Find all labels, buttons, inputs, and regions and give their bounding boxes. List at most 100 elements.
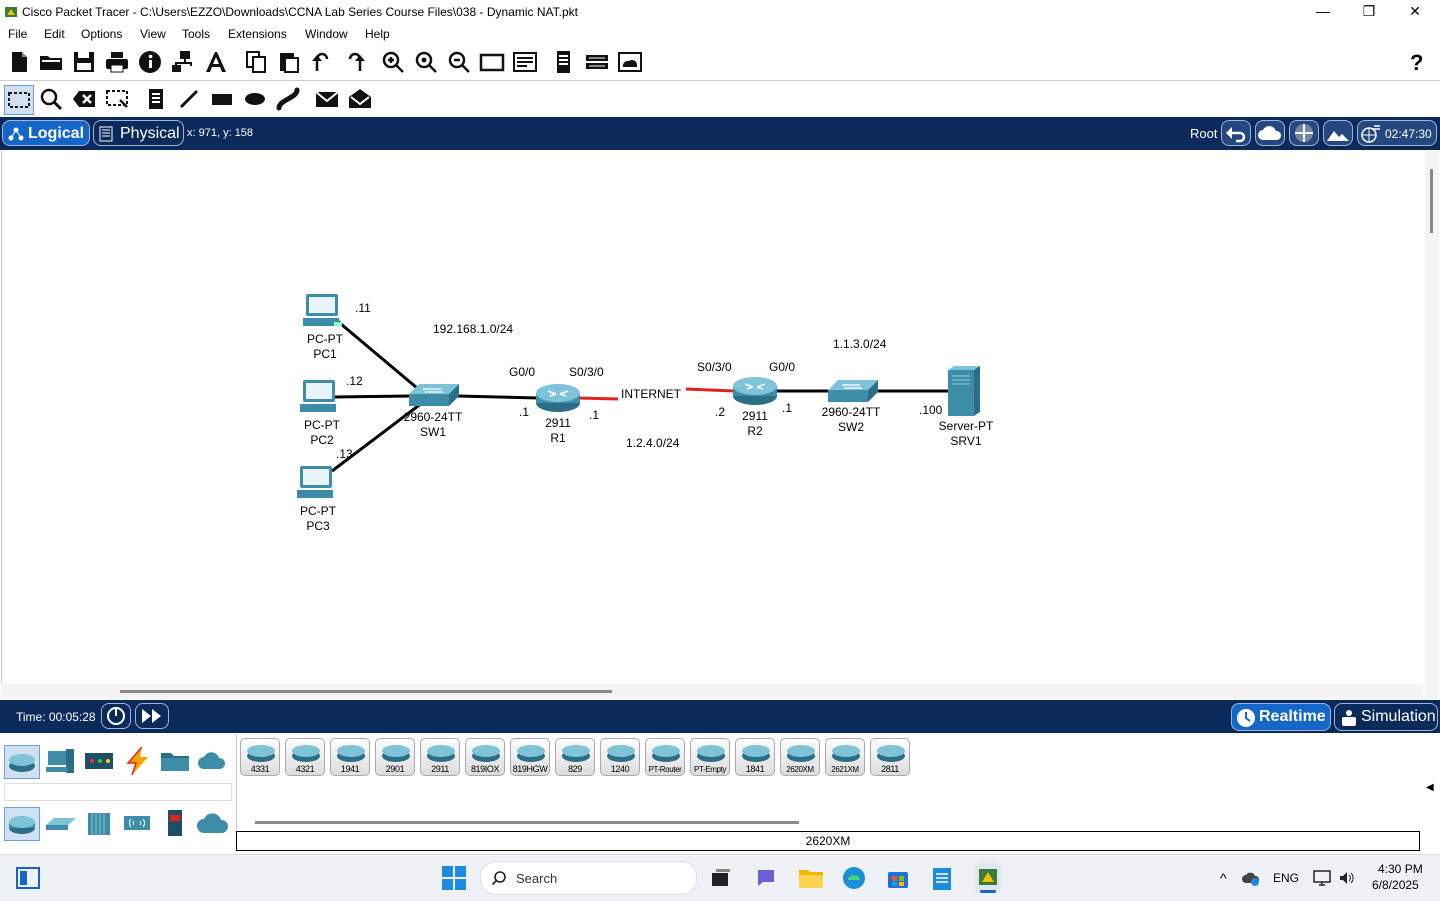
model-tile-819iox[interactable]: 819IOX — [465, 738, 505, 776]
undo-icon[interactable] — [309, 49, 335, 75]
menu-tools[interactable]: Tools — [182, 27, 210, 41]
viewport-icon[interactable] — [551, 49, 577, 75]
resize-shape-icon[interactable] — [104, 86, 130, 112]
model-tile-2811[interactable]: 2811 — [870, 738, 910, 776]
model-tile-4321[interactable]: 4321 — [285, 738, 325, 776]
model-tile-pt-empty[interactable]: PT-Empty — [690, 738, 730, 776]
help-icon[interactable]: ? — [1410, 50, 1423, 76]
subcategory-hubs[interactable] — [82, 807, 116, 839]
freeform-icon[interactable] — [275, 86, 301, 112]
task-view-icon[interactable] — [710, 867, 732, 889]
save-icon[interactable] — [71, 49, 97, 75]
model-tile-1240[interactable]: 1240 — [600, 738, 640, 776]
menu-edit[interactable]: Edit — [44, 27, 65, 41]
category-network-devices[interactable] — [4, 745, 40, 779]
subcategory-wan-emulation[interactable] — [196, 807, 230, 839]
r2-icon[interactable] — [733, 377, 777, 405]
delete-icon[interactable] — [71, 86, 97, 112]
draw-rectangle-icon[interactable] — [209, 86, 235, 112]
link-r1-internet-serial[interactable] — [577, 396, 619, 401]
viewport-clock-button[interactable]: 02:47:30 — [1357, 120, 1437, 146]
file-explorer-icon[interactable] — [798, 866, 824, 890]
microsoft-store-icon[interactable] — [886, 866, 910, 890]
model-tile-2621xm[interactable]: 2621XM — [825, 738, 865, 776]
model-tile-4331[interactable]: 4331 — [240, 738, 280, 776]
draw-ellipse-icon[interactable] — [242, 86, 268, 112]
close-button[interactable]: ✕ — [1392, 0, 1438, 24]
notepad-icon[interactable] — [931, 865, 953, 891]
menu-view[interactable]: View — [140, 27, 166, 41]
select-tool[interactable] — [4, 85, 34, 115]
sw1-icon[interactable] — [409, 384, 459, 406]
edge-browser-icon[interactable] — [842, 866, 866, 890]
subcategory-wireless[interactable] — [120, 807, 154, 839]
model-tile-1841[interactable]: 1841 — [735, 738, 775, 776]
zoom-reset-icon[interactable] — [413, 49, 439, 75]
add-simple-pdu-icon[interactable] — [314, 86, 340, 112]
realtime-mode-button[interactable]: Realtime — [1231, 703, 1331, 731]
new-cluster-button[interactable] — [1255, 120, 1285, 146]
model-tile-2911[interactable]: 2911 — [420, 738, 460, 776]
logical-workspace[interactable]: .11 PC-PT PC1 .12 PC-PT PC2 .13 PC-PT PC… — [1, 151, 1424, 684]
pc2-icon[interactable] — [300, 380, 336, 412]
menu-help[interactable]: Help — [365, 27, 390, 41]
move-object-button[interactable] — [1289, 120, 1319, 146]
subcategory-security[interactable] — [158, 807, 192, 839]
model-tile-829[interactable]: 829 — [555, 738, 595, 776]
inspect-icon[interactable] — [38, 86, 64, 112]
set-background-button[interactable] — [1323, 120, 1353, 146]
link-sw1-r1[interactable] — [456, 394, 539, 400]
model-tile-pt-router[interactable]: PT-Router — [645, 738, 685, 776]
widgets-icon[interactable] — [16, 867, 40, 889]
minimize-button[interactable]: — — [1300, 0, 1346, 24]
sw2-icon[interactable] — [828, 380, 878, 402]
model-tile-819hgw[interactable]: 819HGW — [510, 738, 550, 776]
pc1-icon[interactable] — [303, 294, 342, 326]
taskbar-clock-time[interactable]: 4:30 PM — [1378, 862, 1423, 876]
ipc-icon[interactable] — [584, 49, 610, 75]
link-pc2-sw1[interactable] — [334, 394, 413, 399]
restore-button[interactable]: ❐ — [1346, 0, 1392, 24]
print-icon[interactable] — [104, 49, 130, 75]
menu-window[interactable]: Window — [305, 27, 348, 41]
draw-line-icon[interactable] — [176, 86, 202, 112]
simulation-mode-button[interactable]: Simulation — [1334, 703, 1438, 731]
model-tile-1941[interactable]: 1941 — [330, 738, 370, 776]
language-indicator[interactable]: ENG — [1273, 871, 1299, 885]
taskbar-search-box[interactable]: Search — [480, 861, 697, 895]
place-note-icon[interactable] — [143, 86, 169, 112]
model-tile-2901[interactable]: 2901 — [375, 738, 415, 776]
add-complex-pdu-icon[interactable] — [347, 86, 373, 112]
teams-chat-icon[interactable] — [755, 867, 779, 889]
zoom-out-icon[interactable] — [446, 49, 472, 75]
network-info-icon[interactable] — [170, 49, 196, 75]
redo-icon[interactable] — [342, 49, 368, 75]
vertical-scroll-thumb[interactable] — [1430, 169, 1433, 233]
network-status-icon[interactable] — [1313, 869, 1331, 887]
show-hidden-icons-chevron-icon[interactable]: ^ — [1220, 870, 1227, 886]
onedrive-sync-icon[interactable] — [1242, 869, 1260, 887]
start-windows-icon[interactable] — [442, 866, 466, 890]
fast-forward-button[interactable] — [135, 703, 169, 729]
zoom-in-icon[interactable] — [380, 49, 406, 75]
copy-icon[interactable] — [243, 49, 269, 75]
category-connections[interactable] — [120, 745, 154, 777]
taskbar-clock-date[interactable]: 6/8/2025 — [1372, 878, 1419, 892]
menu-extensions[interactable]: Extensions — [228, 27, 287, 41]
model-list-scroll-arrow[interactable]: ◀ — [1421, 734, 1440, 830]
workspace-horizontal-scrollbar[interactable] — [1, 684, 1423, 699]
volume-icon[interactable] — [1338, 869, 1356, 887]
packet-tracer-taskbar-icon[interactable] — [975, 863, 1001, 893]
category-end-devices[interactable] — [44, 745, 78, 777]
back-button[interactable] — [1221, 120, 1251, 146]
category-miscellaneous[interactable] — [158, 745, 192, 777]
info-icon[interactable] — [137, 49, 163, 75]
drawing-palette-icon[interactable] — [479, 49, 505, 75]
category-components[interactable] — [82, 745, 116, 777]
subcategory-switches[interactable] — [44, 807, 78, 839]
activity-wizard-icon[interactable] — [203, 49, 229, 75]
pc3-icon[interactable] — [297, 466, 333, 498]
new-file-icon[interactable] — [6, 49, 32, 75]
open-folder-icon[interactable] — [38, 49, 64, 75]
workspace-vertical-scrollbar[interactable] — [1425, 151, 1439, 699]
